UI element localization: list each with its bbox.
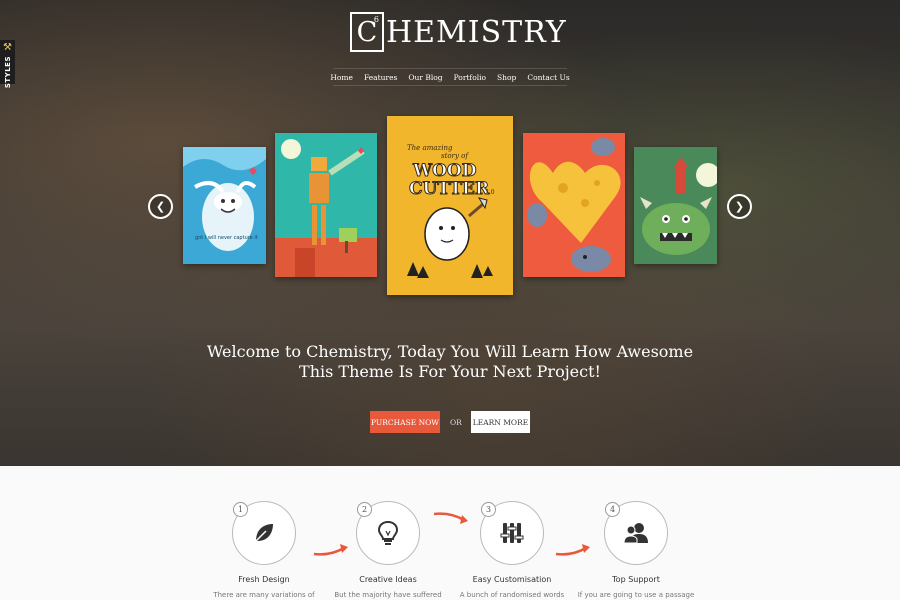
tools-icon: ⚒ [3, 42, 12, 53]
feature-title: Top Support [612, 575, 660, 584]
leaf-icon [255, 524, 273, 542]
logo-atomic-number: 6 [373, 15, 379, 24]
robot-illustration [275, 133, 377, 277]
carousel-card-yeti[interactable]: got I will never capture it [183, 147, 266, 264]
sliders-icon [500, 523, 524, 543]
features-section: 1 Fresh Design There are many variations… [0, 466, 900, 600]
nav-home[interactable]: Home [330, 73, 353, 82]
carousel-card-robot[interactable] [275, 133, 377, 277]
yeti-card-text: got I will never capture it [195, 235, 258, 241]
feature-title: Fresh Design [238, 575, 290, 584]
monster-illustration [634, 147, 717, 264]
site-logo[interactable]: C 6 HEMISTRY [350, 11, 567, 53]
hero-section: ⚒ STYLES C 6 HEMISTRY Home Features Our … [0, 0, 900, 466]
feature-title: Creative Ideas [359, 575, 417, 584]
feature-description: But the majority have suffered [334, 591, 442, 599]
cheese-illustration [523, 133, 625, 277]
carousel-card-cheese[interactable] [523, 133, 625, 277]
hero-headline-line2: This Theme Is For Your Next Project! [299, 362, 601, 381]
woodcutter-card-line5: 2.0 [485, 189, 495, 196]
feature-number-badge: 4 [605, 502, 620, 517]
styles-panel-toggle[interactable]: ⚒ STYLES [0, 40, 15, 88]
feature-description: If you are going to use a passage [577, 591, 695, 599]
feature-number-badge: 3 [481, 502, 496, 517]
step-arrow-icon [555, 544, 590, 556]
purchase-now-button[interactable]: PURCHASE NOW [370, 411, 440, 433]
feature-number-badge: 1 [233, 502, 248, 517]
learn-more-button[interactable]: LEARN MORE [471, 411, 530, 433]
woodcutter-card-line2: story of [441, 152, 469, 160]
nav-shop[interactable]: Shop [497, 73, 516, 82]
nav-our-blog[interactable]: Our Blog [408, 73, 442, 82]
woodcutter-card-line1: The amazing [407, 144, 453, 152]
carousel-prev-button[interactable]: ❮ [148, 194, 173, 219]
main-nav: Home Features Our Blog Portfolio Shop Co… [330, 68, 570, 86]
nav-contact-us[interactable]: Contact Us [527, 73, 569, 82]
woodcutter-card-line3: WOOD [412, 161, 477, 181]
feature-number-badge: 2 [357, 502, 372, 517]
carousel-card-monster[interactable] [634, 147, 717, 264]
logo-text: HEMISTRY [386, 14, 567, 50]
lightbulb-icon [377, 520, 399, 545]
yeti-illustration: got I will never capture it [183, 147, 266, 264]
chevron-left-icon: ❮ [155, 200, 166, 213]
carousel-next-button[interactable]: ❯ [727, 194, 752, 219]
step-arrow-icon [313, 544, 348, 556]
carousel-card-woodcutter[interactable]: The amazing story of WOOD CUTTER 2.0 [387, 116, 513, 295]
step-arrow-icon [433, 512, 468, 524]
feature-title: Easy Customisation [472, 575, 552, 584]
hero-headline: Welcome to Chemistry, Today You Will Lea… [150, 342, 750, 382]
users-icon [623, 523, 648, 544]
hero-headline-line1: Welcome to Chemistry, Today You Will Lea… [206, 342, 694, 361]
nav-features[interactable]: Features [364, 73, 397, 82]
woodcutter-card-line4: CUTTER [409, 179, 490, 199]
or-separator: OR [450, 418, 462, 427]
woodcutter-illustration: The amazing story of WOOD CUTTER 2.0 [387, 116, 513, 295]
feature-description: There are many variations of [213, 591, 315, 599]
logo-element-box: C 6 [350, 12, 384, 52]
feature-description: A bunch of randomised words [459, 591, 565, 599]
styles-tab-label: STYLES [3, 56, 12, 89]
chevron-right-icon: ❯ [734, 200, 745, 213]
nav-portfolio[interactable]: Portfolio [454, 73, 486, 82]
